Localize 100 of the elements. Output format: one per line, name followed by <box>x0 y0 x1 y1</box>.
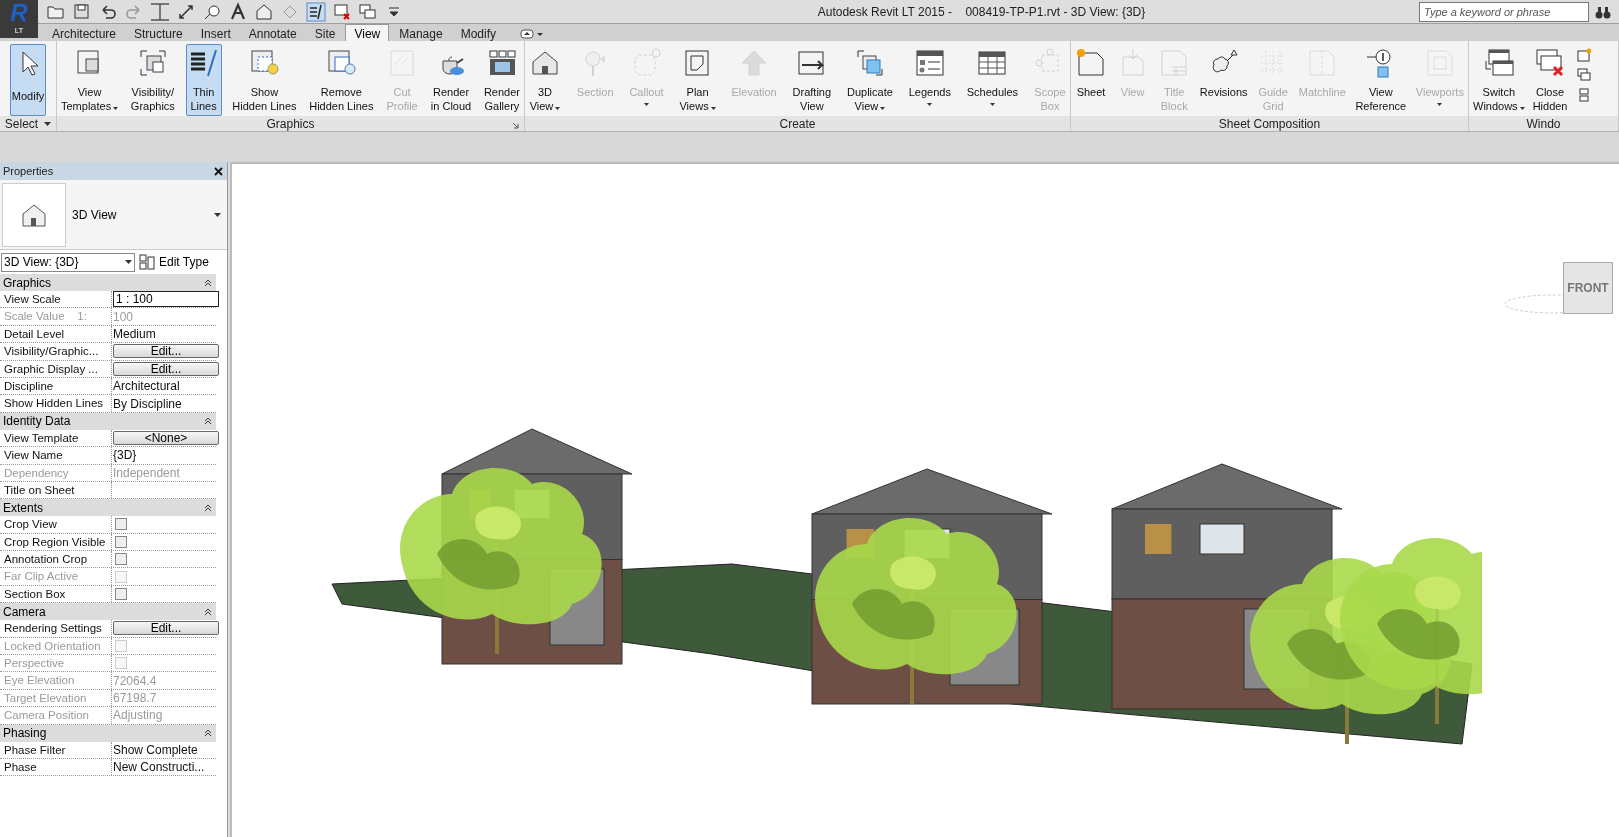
ribbon-tab[interactable]: Modify <box>452 25 504 41</box>
save-button[interactable] <box>72 1 92 22</box>
ribbon-tool-button[interactable]: Visibility/ Graphics <box>128 44 177 116</box>
minimize-ribbon-button[interactable] <box>518 27 546 41</box>
ribbon-tab[interactable]: Site <box>306 25 344 41</box>
ribbon-tool-button[interactable]: Plan Views <box>677 44 718 116</box>
dropdown-caret-icon <box>44 121 52 126</box>
application-menu-button[interactable]: R LT <box>0 0 38 38</box>
collapse-button[interactable] <box>204 416 213 426</box>
edit-button[interactable]: Edit... <box>113 344 219 359</box>
checkbox[interactable] <box>115 518 127 531</box>
view-cube[interactable]: FRONT <box>1563 262 1613 314</box>
instance-dropdown[interactable]: 3D View: {3D} <box>1 252 135 272</box>
edit-button[interactable]: Edit... <box>113 361 219 376</box>
property-value: Adjusting <box>113 707 163 725</box>
collapse-button[interactable] <box>204 607 213 617</box>
property-name: Far Clip Active <box>0 568 112 585</box>
close-windows-button[interactable] <box>332 1 352 22</box>
ribbon-tab[interactable]: Annotate <box>240 25 305 41</box>
ribbon-tool-button[interactable]: Thin Lines <box>185 44 222 116</box>
dialog-launcher-button[interactable] <box>512 121 520 129</box>
close-windows-icon <box>332 1 352 22</box>
ribbon-tool-button[interactable]: Sheet <box>1073 44 1109 116</box>
3d-viewport[interactable]: FRONT <box>230 162 1619 837</box>
property-value: Show Complete <box>113 741 198 759</box>
property-name: Show Hidden Lines <box>0 395 112 412</box>
ribbon-tool-button[interactable]: Remove Hidden Lines <box>307 44 376 116</box>
property-name: Phase <box>0 759 112 776</box>
ribbon-tool-button[interactable]: Schedules <box>964 44 1021 116</box>
property-name: Section Box <box>0 585 112 603</box>
ribbon-tool-button[interactable]: Revisions <box>1197 44 1250 116</box>
property-name: Locked Orientation <box>0 637 112 655</box>
property-value: Architectural <box>113 378 180 396</box>
panel-title: Sheet Composition <box>1218 115 1321 133</box>
ribbon-tool-button[interactable]: Show Hidden Lines <box>230 44 299 116</box>
panel-title: Properties <box>3 163 54 179</box>
property-name: Dependency <box>0 464 112 481</box>
chevron-up-icon <box>204 278 212 287</box>
ribbon-tab[interactable]: Manage <box>391 25 451 41</box>
thin-lines-icon <box>306 1 326 22</box>
checkbox[interactable] <box>115 588 127 601</box>
edit-button[interactable]: Edit... <box>113 621 219 636</box>
window-title: Autodesk Revit LT 2015 - 008419-TP-P1.rvt - 3D View: {3D} <box>816 3 1147 21</box>
property-name: Rendering Settings <box>0 620 112 637</box>
ribbon-tool-button[interactable]: Close Hidden <box>1530 44 1570 116</box>
close-button[interactable] <box>212 165 224 177</box>
property-value: New Constructi... <box>113 759 205 777</box>
ribbon-tool-button[interactable]: View Reference <box>1353 44 1409 116</box>
ribbon-tab[interactable]: Structure <box>126 25 191 41</box>
dropdown-caret-icon <box>125 260 132 264</box>
chevron-up-icon <box>204 503 212 512</box>
ribbon-tool-button[interactable]: 3D View <box>527 44 563 116</box>
collapse-button[interactable] <box>204 278 213 287</box>
panel-title: Windo <box>1526 115 1561 133</box>
close-icon <box>213 166 223 176</box>
legend-icon <box>913 47 946 79</box>
section-header: Identity Data <box>3 413 71 431</box>
property-name: Crop View <box>0 516 112 533</box>
ribbon-tab[interactable]: Insert <box>192 25 239 41</box>
ribbon-tab[interactable]: Architecture <box>44 25 125 41</box>
edit-button[interactable]: <None> <box>113 430 219 445</box>
ribbon-tool-button[interactable]: Render in Cloud <box>428 44 474 116</box>
ribbon-tool-button[interactable]: Render Gallery <box>481 44 522 116</box>
collapse-button[interactable] <box>204 503 213 513</box>
ribbon-tool-button[interactable]: View Templates <box>59 44 121 116</box>
property-value: 72064.4 <box>113 672 157 690</box>
property-name: Crop Region Visible <box>0 533 112 551</box>
new-sheet-icon <box>1075 47 1107 79</box>
section-header: Graphics <box>3 274 52 292</box>
property-name: Phase Filter <box>0 741 112 758</box>
checkbox[interactable] <box>115 553 127 566</box>
new-window-button[interactable] <box>1577 47 1594 63</box>
text-button[interactable] <box>228 1 248 22</box>
property-name: Eye Elevation <box>0 672 112 689</box>
input-field[interactable]: 1 : 100 <box>113 291 219 308</box>
type-selector[interactable]: 3D View <box>0 180 227 250</box>
edit-type-button[interactable]: Edit Type <box>139 253 209 271</box>
property-name: Visibility/Graphic... <box>0 343 112 360</box>
collapse-button[interactable] <box>204 728 213 738</box>
thin-lines-button[interactable] <box>306 1 326 22</box>
property-value: 67198.7 <box>113 690 157 707</box>
property-name: Camera Position <box>0 707 112 724</box>
switch-windows-button[interactable] <box>358 1 378 22</box>
switch-windows-icon <box>358 1 378 22</box>
ribbon-tool-button[interactable]: Duplicate View <box>844 44 895 116</box>
cascade-button[interactable] <box>1577 67 1594 83</box>
ribbon-tool-button[interactable]: Legends <box>906 44 953 116</box>
property-name: View Template <box>0 429 112 447</box>
search-field[interactable]: Type a keyword or phrase <box>1419 1 1589 22</box>
ribbon-tab[interactable]: View <box>345 24 390 42</box>
property-name: Detail Level <box>0 325 112 343</box>
ribbon-tool-button[interactable]: Modify <box>9 44 47 116</box>
checkbox[interactable] <box>115 535 127 548</box>
ribbon-tool-button[interactable]: Switch Windows <box>1471 44 1527 116</box>
text-icon <box>228 1 248 22</box>
property-value: Medium <box>113 326 156 343</box>
property-value: {3D} <box>113 447 137 465</box>
edit-type-icon <box>139 254 155 270</box>
chevron-up-icon <box>204 729 212 738</box>
ribbon-tool-button[interactable]: Drafting View <box>790 44 834 116</box>
